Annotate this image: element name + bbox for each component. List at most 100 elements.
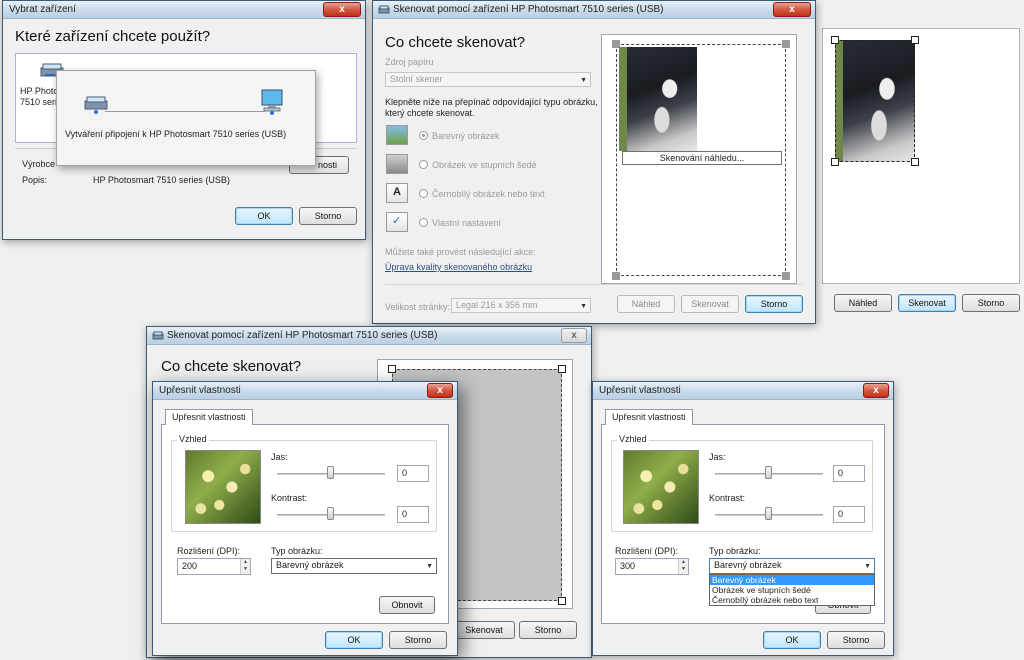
cancel-button[interactable]: Storno [299,207,357,225]
close-button[interactable]: x [561,328,587,343]
text-glyph: A [393,186,401,198]
dropdown-option-bw[interactable]: Černobílý obrázek nebo text [710,595,874,605]
bw-text-icon[interactable]: A [386,183,408,203]
contrast-input[interactable]: 0 [397,506,429,523]
advanced-properties-dialog-right: Upřesnit vlastnosti x Upřesnit vlastnost… [592,381,894,656]
window-title: Upřesnit vlastnosti [599,385,681,396]
chevron-down-icon: ▼ [580,303,587,310]
image-type-select[interactable]: Barevný obrázek ▼ [709,558,875,574]
radio-bw[interactable] [419,189,428,198]
title-bar[interactable]: Upřesnit vlastnosti x [593,382,893,400]
option-bw-label[interactable]: Černobílý obrázek nebo text [432,189,545,199]
crop-handle-br[interactable] [558,597,566,605]
dpi-value: 300 [620,561,636,571]
preview-button[interactable]: Náhled [834,294,892,312]
contrast-label: Kontrast: [271,493,308,503]
scan-window-top: Skenovat pomocí zařízení HP Photosmart 7… [372,0,816,324]
ok-button[interactable]: OK [763,631,821,649]
contrast-label: Kontrast: [709,493,746,503]
option-color-label[interactable]: Barevný obrázek [432,131,500,141]
checklist-glyph: ✓ [392,215,402,227]
tab-advanced-properties[interactable]: Upřesnit vlastnosti [605,409,693,425]
cancel-button[interactable]: Storno [519,621,577,639]
crop-handle-tr[interactable] [911,36,919,44]
brightness-slider-thumb[interactable] [765,466,772,479]
reset-button[interactable]: Obnovit [379,596,435,614]
close-button[interactable]: x [427,383,453,398]
option-grayscale-label[interactable]: Obrázek ve stupních šedé [432,160,537,170]
instruction-line1: Klepněte níže na přepínač odpovídající t… [385,97,598,107]
paper-source-label: Zdroj papíru [385,57,434,67]
crop-handle-tl[interactable] [831,36,839,44]
crop-handle-bl[interactable] [831,158,839,166]
bottom-separator [385,284,803,285]
radio-grayscale[interactable] [419,160,428,169]
dropdown-option-grayscale[interactable]: Obrázek ve stupních šedé [710,585,874,595]
contrast-input[interactable]: 0 [833,506,865,523]
color-photo-icon[interactable] [386,125,408,145]
title-bar[interactable]: Upřesnit vlastnosti x [153,382,457,400]
title-bar[interactable]: Vybrat zařízení x [3,1,365,19]
page-title: Co chcete skenovat? [385,34,526,51]
dpi-label: Rozlišení (DPI): [615,546,679,556]
radio-color[interactable] [419,131,428,140]
title-bar[interactable]: Skenovat pomocí zařízení HP Photosmart 7… [373,1,815,19]
close-button[interactable]: x [863,383,889,398]
crop-handle-tr[interactable] [558,365,566,373]
paper-source-select[interactable]: Stolní skener ▼ [385,72,591,87]
crop-handle-tl[interactable] [388,365,396,373]
contrast-slider-thumb[interactable] [765,507,772,520]
selection-frame[interactable] [835,40,915,162]
ok-button[interactable]: OK [325,631,383,649]
page-size-label: Velikost stránky: [385,302,451,312]
cancel-button[interactable]: Storno [827,631,885,649]
option-custom-label[interactable]: Vlastní nastavení [432,218,501,228]
advanced-properties-dialog-left: Upřesnit vlastnosti x Upřesnit vlastnost… [152,381,458,656]
brightness-input[interactable]: 0 [397,465,429,482]
grayscale-photo-icon[interactable] [386,154,408,174]
computer-icon [261,89,283,115]
adjust-quality-link[interactable]: Úprava kvality skenovaného obrázku [385,262,532,272]
cancel-button[interactable]: Storno [745,295,803,313]
close-button[interactable]: x [323,2,361,17]
tab-advanced-properties[interactable]: Upřesnit vlastnosti [165,409,253,425]
brightness-label: Jas: [709,452,726,462]
cancel-button[interactable]: Storno [389,631,447,649]
window-title: Upřesnit vlastnosti [159,385,241,396]
contrast-slider-thumb[interactable] [327,507,334,520]
connecting-popup: Vytváření připojení k HP Photosmart 7510… [56,70,316,166]
page-size-select[interactable]: Legal 216 x 356 mm ▼ [451,298,591,313]
brightness-slider-thumb[interactable] [327,466,334,479]
instruction-line2: který chcete skenovat. [385,108,475,118]
title-bar[interactable]: Skenovat pomocí zařízení HP Photosmart 7… [147,327,591,345]
image-type-dropdown-list[interactable]: Barevný obrázek Obrázek ve stupních šedé… [709,574,875,606]
connection-line [105,111,265,112]
ok-button[interactable]: OK [235,207,293,225]
image-type-select[interactable]: Barevný obrázek ▼ [271,558,437,574]
close-button[interactable]: x [773,2,811,17]
page-title: Co chcete skenovat? [161,358,302,375]
dpi-input[interactable]: 300 ▲ ▼ [615,558,689,575]
cancel-button[interactable]: Storno [962,294,1020,312]
crop-handle-tr[interactable] [782,40,790,48]
dpi-input[interactable]: 200 ▲ ▼ [177,558,251,575]
paper-source-value: Stolní skener [390,74,443,84]
popis-label: Popis: [22,175,48,185]
scan-button[interactable]: Skenovat [681,295,739,313]
image-type-label: Typ obrázku: [271,546,323,556]
scan-button[interactable]: Skenovat [453,621,515,639]
crop-handle-br[interactable] [782,272,790,280]
radio-custom[interactable] [419,218,428,227]
dropdown-option-color[interactable]: Barevný obrázek [710,575,874,585]
brightness-input[interactable]: 0 [833,465,865,482]
connecting-message: Vytváření připojení k HP Photosmart 7510… [65,129,287,139]
crop-handle-br[interactable] [911,158,919,166]
custom-settings-icon[interactable]: ✓ [386,212,408,232]
preview-button[interactable]: Náhled [617,295,675,313]
crop-handle-bl[interactable] [612,272,620,280]
image-type-value: Barevný obrázek [276,560,344,570]
scan-button[interactable]: Skenovat [898,294,956,312]
dpi-spinner[interactable]: ▲ ▼ [678,559,688,574]
dpi-spinner[interactable]: ▲ ▼ [240,559,250,574]
preview-area[interactable]: Skenování náhledu... [601,34,797,284]
